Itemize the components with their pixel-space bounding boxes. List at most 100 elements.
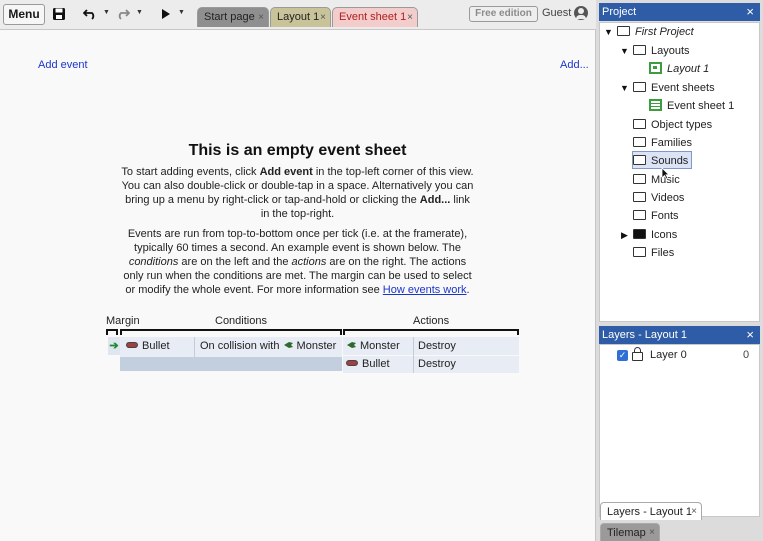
- tree-item-layout-1[interactable]: Layout 1: [649, 60, 709, 78]
- collapse-triangle-icon[interactable]: ▼: [620, 83, 629, 93]
- tab-layout-1[interactable]: Layout 1 ×: [270, 7, 331, 27]
- tree-item-layouts[interactable]: Layouts: [633, 42, 690, 60]
- text: Events are run from top-to-bottom once p…: [127, 228, 468, 254]
- play-icon[interactable]: [159, 5, 173, 23]
- column-divider: [194, 337, 195, 357]
- empty-sheet-title: This is an empty event sheet: [188, 142, 407, 159]
- tab-layers-layout-1[interactable]: Layers - Layout 1 ×: [600, 502, 702, 520]
- close-icon[interactable]: ×: [746, 3, 754, 21]
- folder-icon: [633, 119, 646, 130]
- tree-label: Event sheets: [651, 82, 715, 94]
- text-italic: actions: [291, 256, 327, 268]
- layer-name[interactable]: Layer 0: [650, 346, 687, 364]
- tree-item-first-project[interactable]: First Project: [617, 23, 694, 41]
- folder-icon: [633, 210, 646, 221]
- tree-item-object-types[interactable]: Object types: [633, 116, 712, 134]
- add-menu-link[interactable]: Add...: [560, 59, 589, 71]
- object-name: Bullet: [362, 358, 390, 370]
- tab-label: Event sheet 1: [339, 11, 407, 23]
- redo-icon[interactable]: [114, 5, 130, 23]
- column-divider: [413, 337, 414, 373]
- layer-index: 0: [743, 349, 750, 361]
- tree-label: Fonts: [651, 210, 679, 222]
- tree-item-videos[interactable]: Videos: [633, 189, 684, 207]
- folder-icon: [617, 26, 630, 37]
- monster-sprite-icon: [347, 342, 356, 349]
- tree-label: Layout 1: [667, 63, 710, 75]
- add-event-link[interactable]: Add event: [38, 59, 88, 71]
- collapse-triangle-icon[interactable]: ▼: [620, 46, 629, 56]
- text-bold: Add...: [419, 194, 451, 206]
- tree-item-event-sheets[interactable]: Event sheets: [633, 79, 715, 97]
- how-events-work-link[interactable]: How events work: [383, 284, 467, 296]
- tree-item-event-sheet-1[interactable]: Event sheet 1: [649, 97, 734, 115]
- folder-icon: [633, 155, 646, 166]
- tree-label: Layouts: [651, 45, 690, 57]
- close-icon[interactable]: ×: [407, 8, 413, 27]
- folder-icon: [633, 247, 646, 258]
- condition-text[interactable]: On collision with Monster: [200, 337, 336, 355]
- expand-triangle-icon[interactable]: ▶: [621, 230, 628, 241]
- free-edition-button[interactable]: Free edition: [469, 6, 538, 22]
- folder-icon: [633, 45, 646, 56]
- tree-label: Sounds: [651, 155, 689, 167]
- conditions-header: Conditions: [215, 315, 267, 327]
- layers-panel-header: Layers - Layout 1 ×: [599, 326, 760, 344]
- panel-title: Project: [602, 6, 637, 18]
- event-margin[interactable]: ➔: [108, 337, 120, 355]
- folder-icon: [633, 174, 646, 185]
- undo-dropdown-icon[interactable]: ▼: [103, 9, 110, 16]
- condition-label: On collision with: [200, 340, 280, 352]
- lock-icon[interactable]: [632, 347, 643, 361]
- conditions-bracket: [120, 329, 342, 335]
- tab-tilemap[interactable]: Tilemap ×: [600, 523, 660, 541]
- close-icon[interactable]: ×: [320, 8, 326, 27]
- action-name[interactable]: Destroy: [418, 355, 456, 373]
- tree-item-fonts[interactable]: Fonts: [633, 207, 679, 225]
- project-panel-header: Project ×: [599, 3, 760, 21]
- user-icon[interactable]: [574, 6, 588, 20]
- redo-dropdown-icon[interactable]: ▼: [136, 9, 143, 16]
- condition-object[interactable]: Bullet: [126, 337, 170, 355]
- close-icon[interactable]: ×: [258, 8, 264, 27]
- layout-icon: [649, 62, 662, 75]
- user-name[interactable]: Guest: [542, 7, 571, 19]
- text-bold: Add event: [259, 166, 313, 178]
- tree-item-music[interactable]: Music: [633, 171, 680, 189]
- tab-event-sheet-1[interactable]: Event sheet 1 ×: [332, 7, 418, 27]
- layers-list: [599, 344, 760, 517]
- close-icon[interactable]: ×: [649, 524, 655, 541]
- tab-label: Start page: [204, 11, 255, 23]
- close-icon[interactable]: ×: [746, 326, 754, 344]
- tree-label: Videos: [651, 192, 685, 204]
- actions-header: Actions: [413, 315, 450, 327]
- tab-start-page[interactable]: Start page ×: [197, 7, 269, 27]
- tree-item-families[interactable]: Families: [633, 134, 692, 152]
- save-icon[interactable]: [50, 5, 68, 23]
- tree-item-files[interactable]: Files: [633, 244, 674, 262]
- menu-button[interactable]: Menu: [3, 4, 45, 25]
- play-dropdown-icon[interactable]: ▼: [178, 9, 185, 16]
- close-icon[interactable]: ×: [691, 503, 697, 521]
- tree-label: Event sheet 1: [667, 100, 735, 112]
- action-object[interactable]: Monster: [346, 337, 400, 355]
- action-name[interactable]: Destroy: [418, 337, 456, 355]
- text: are on the left and the: [178, 256, 292, 268]
- bullet-sprite-icon: [346, 360, 358, 367]
- action-object[interactable]: Bullet: [346, 355, 390, 373]
- event-sheet-view[interactable]: Add event Add... This is an empty event …: [0, 30, 596, 541]
- event-sheet-icon: [649, 99, 662, 112]
- intro-paragraph: To start adding events, click Add event …: [120, 165, 475, 221]
- folder-icon: [633, 192, 646, 203]
- tree-item-icons[interactable]: Icons: [633, 226, 677, 244]
- margin-header: Margin: [106, 315, 140, 327]
- collapse-triangle-icon[interactable]: ▼: [604, 27, 613, 37]
- actions-bracket: [343, 329, 519, 335]
- main-toolbar: Menu ▼ ▼ ▼ Start page × Layout 1 × Event…: [0, 0, 596, 30]
- layer-visible-checkbox[interactable]: ✓: [617, 350, 628, 361]
- bullet-sprite-icon: [126, 342, 138, 349]
- events-explanation-paragraph: Events are run from top-to-bottom once p…: [120, 227, 475, 297]
- condition-row-empty[interactable]: [120, 357, 342, 371]
- undo-icon[interactable]: [82, 5, 98, 23]
- text-italic: conditions: [128, 256, 179, 268]
